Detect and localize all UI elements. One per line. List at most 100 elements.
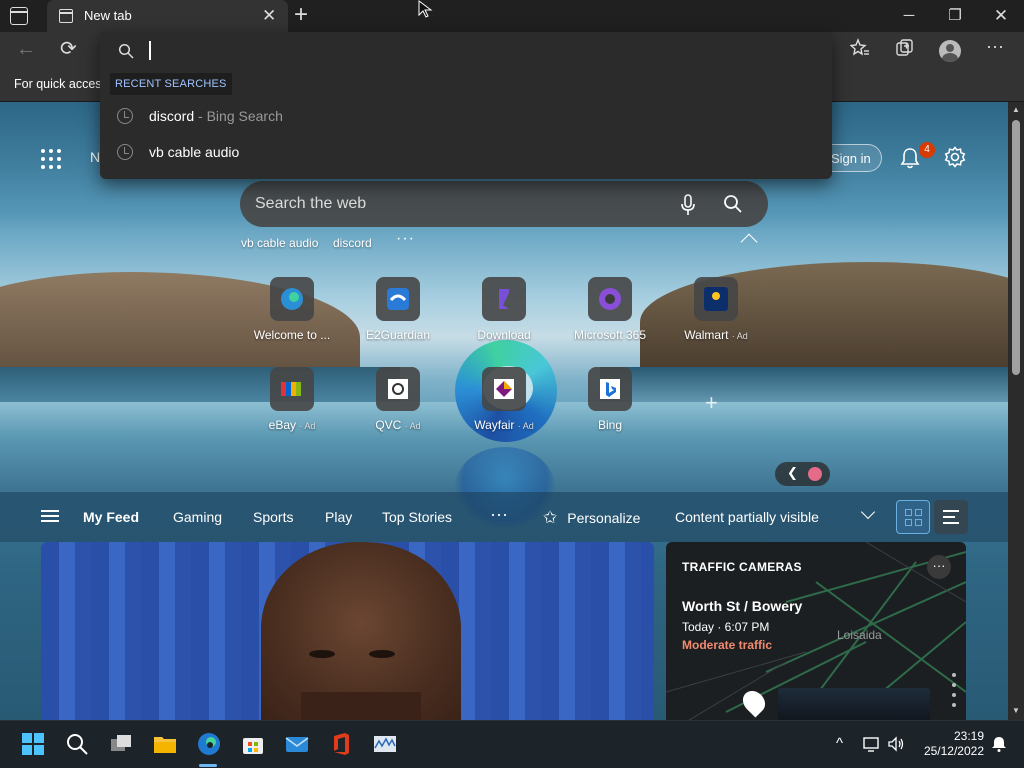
web-search-box[interactable]: Search the web xyxy=(240,181,768,227)
map-neighborhood-label: Loisaida xyxy=(837,628,882,642)
tab-new-tab[interactable]: New tab ✕ xyxy=(47,0,288,32)
tab-close-button[interactable]: ✕ xyxy=(262,6,276,26)
recent-searches-header: RECENT SEARCHES xyxy=(110,73,232,95)
scroll-up-arrow-icon[interactable]: ▲ xyxy=(1012,105,1020,114)
grid-view-toggle[interactable] xyxy=(896,500,930,534)
traffic-cameras-card[interactable]: TRAFFIC CAMERAS ··· Worth St / Bowery To… xyxy=(666,542,966,720)
scrollbar-thumb[interactable] xyxy=(1012,120,1020,375)
clock-date: 25/12/2022 xyxy=(923,744,984,758)
page-settings-gear-icon[interactable] xyxy=(944,146,966,168)
suggestion-item[interactable]: discord - Bing Search xyxy=(100,98,832,134)
search-icon[interactable] xyxy=(723,194,743,214)
feed-tab-top-stories[interactable]: Top Stories xyxy=(382,509,452,525)
microphone-icon[interactable] xyxy=(680,194,696,216)
quick-link-e2guardian[interactable]: E2Guardian xyxy=(353,277,443,347)
address-bar-input[interactable] xyxy=(100,32,832,70)
ebay-favicon-icon xyxy=(270,367,314,411)
windows-start-icon[interactable] xyxy=(20,731,46,757)
app-launcher-icon[interactable] xyxy=(41,149,61,169)
recent-chips-more-button[interactable]: ··· xyxy=(396,230,415,248)
new-tab-button[interactable]: + xyxy=(294,2,308,28)
history-clock-icon xyxy=(117,144,133,160)
text-caret xyxy=(149,41,151,60)
feed-tab-play[interactable]: Play xyxy=(325,509,352,525)
settings-more-button[interactable]: ··· xyxy=(986,36,1004,57)
back-button[interactable]: ← xyxy=(16,38,36,61)
close-window-button[interactable]: ✕ xyxy=(978,3,1024,29)
system-clock[interactable]: 23:19 25/12/2022 xyxy=(912,729,984,759)
hamburger-menu-icon[interactable] xyxy=(41,510,59,522)
background-water-right xyxy=(600,367,1008,407)
volume-icon[interactable] xyxy=(887,735,905,753)
mail-icon[interactable] xyxy=(284,731,310,757)
maximize-button[interactable]: ❐ xyxy=(932,3,978,29)
traffic-card-more-button[interactable]: ··· xyxy=(927,555,951,579)
notifications-bell-icon[interactable] xyxy=(900,147,920,169)
tray-overflow-chevron-icon[interactable]: ^ xyxy=(836,735,843,752)
quick-link-wayfair[interactable]: Wayfair · Ad xyxy=(459,367,549,437)
feed-more-button[interactable]: ··· xyxy=(490,504,508,525)
collections-icon[interactable] xyxy=(895,38,915,58)
scroll-down-arrow-icon[interactable]: ▼ xyxy=(1012,706,1020,715)
notification-center-icon[interactable] xyxy=(990,735,1008,753)
feed-tab-my-feed[interactable]: My Feed xyxy=(83,509,139,525)
quick-link-microsoft-365[interactable]: Microsoft 365 xyxy=(565,277,655,347)
page-header-text: N xyxy=(90,149,101,165)
sign-in-label: Sign in xyxy=(831,151,871,166)
quick-link-label: Bing xyxy=(597,418,623,432)
office-icon[interactable] xyxy=(328,731,354,757)
traffic-time: Today · 6:07 PM xyxy=(682,620,770,634)
refresh-button[interactable]: ⟳ xyxy=(60,36,77,61)
network-icon[interactable] xyxy=(863,735,881,753)
quick-link-label: eBay · Ad xyxy=(268,418,316,432)
taskbar-search-icon[interactable] xyxy=(64,731,90,757)
list-view-toggle[interactable] xyxy=(934,500,968,534)
card-pagination-dots[interactable] xyxy=(952,673,956,713)
background-carousel-control[interactable]: ❮ xyxy=(775,462,830,486)
add-quick-link-button[interactable]: + xyxy=(705,390,718,416)
image-info-icon[interactable] xyxy=(808,467,822,481)
quick-link-label: Wayfair · Ad xyxy=(474,418,534,432)
tab-actions-icon[interactable] xyxy=(10,7,28,25)
profile-avatar[interactable] xyxy=(939,40,961,62)
feed-tab-sports[interactable]: Sports xyxy=(253,509,293,525)
content-visibility-dropdown[interactable]: Content partially visible xyxy=(675,509,819,525)
quick-link-label: Download xyxy=(477,328,531,342)
windows-taskbar: ^ 23:19 25/12/2022 xyxy=(0,720,1024,768)
quick-link-label: Walmart · Ad xyxy=(684,328,748,342)
microsoft-store-icon[interactable] xyxy=(240,731,266,757)
minimize-button[interactable]: ─ xyxy=(886,3,932,29)
quick-link-welcome[interactable]: Welcome to ... xyxy=(247,277,337,347)
quick-link-ebay[interactable]: eBay · Ad xyxy=(247,367,337,437)
camera-thumbnail[interactable] xyxy=(778,688,930,720)
feed-tab-gaming[interactable]: Gaming xyxy=(173,509,222,525)
quick-link-qvc[interactable]: QVC · Ad xyxy=(353,367,443,437)
address-bar-dropdown: RECENT SEARCHES discord - Bing Search vb… xyxy=(100,32,832,179)
feed-navigation: My Feed Gaming Sports Play Top Stories ·… xyxy=(0,492,1008,542)
personalize-button[interactable]: ✩ Personalize xyxy=(543,508,640,528)
edge-favicon-icon xyxy=(270,277,314,321)
task-view-icon[interactable] xyxy=(108,731,134,757)
recent-search-chip[interactable]: vb cable audio xyxy=(241,236,318,250)
edge-taskbar-icon[interactable] xyxy=(196,731,222,757)
news-card-image[interactable] xyxy=(41,542,654,720)
page-scrollbar[interactable]: ▲ ▼ xyxy=(1008,102,1024,720)
favorites-bar-hint: For quick access xyxy=(14,77,108,91)
quick-link-bing[interactable]: Bing xyxy=(565,367,655,437)
walmart-favicon-icon xyxy=(694,277,738,321)
chevron-down-icon[interactable] xyxy=(860,504,876,520)
performance-monitor-icon[interactable] xyxy=(372,731,398,757)
traffic-card-title: TRAFFIC CAMERAS xyxy=(682,560,802,574)
quick-link-download[interactable]: Download xyxy=(459,277,549,347)
file-explorer-icon[interactable] xyxy=(152,731,178,757)
collapse-chevron-up-icon[interactable] xyxy=(740,233,758,251)
quick-link-walmart[interactable]: Walmart · Ad xyxy=(671,277,761,347)
chevron-left-icon[interactable]: ❮ xyxy=(787,465,798,481)
quick-link-label: Microsoft 365 xyxy=(573,328,647,342)
title-bar: New tab ✕ + ─ ❐ ✕ xyxy=(0,0,1024,32)
new-tab-favicon-icon xyxy=(59,9,73,23)
favorites-icon[interactable] xyxy=(850,38,870,58)
search-icon xyxy=(118,43,134,59)
recent-search-chip[interactable]: discord xyxy=(333,236,372,250)
suggestion-item[interactable]: vb cable audio xyxy=(100,134,832,170)
